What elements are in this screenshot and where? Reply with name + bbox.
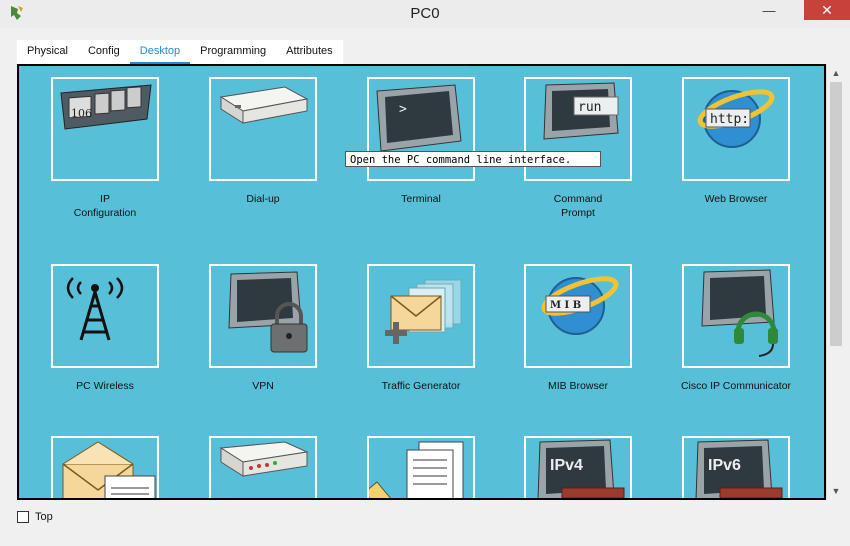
minimize-icon: — xyxy=(762,2,776,18)
footer-bar xyxy=(0,503,850,546)
text-editor-icon xyxy=(369,441,464,498)
app-label-cisco-ip-communicator: Cisco IP Communicator xyxy=(680,380,792,392)
tab-programming[interactable]: Programming xyxy=(190,40,276,62)
title-bar: PC0 — ✕ xyxy=(0,0,850,28)
traffic-generator-icon xyxy=(385,279,462,344)
app-label-terminal: Terminal xyxy=(401,193,441,205)
svg-text:106: 106 xyxy=(71,107,92,120)
top-checkbox[interactable] xyxy=(17,511,29,523)
app-tile-cisco-ip-communicator[interactable] xyxy=(682,264,790,368)
tab-desktop[interactable]: Desktop xyxy=(129,40,191,64)
close-icon: ✕ xyxy=(821,1,833,18)
firewall-ipv6-icon: IPv6 xyxy=(695,439,783,498)
app-tile-vpn[interactable] xyxy=(209,264,317,368)
top-checkbox-label: Top xyxy=(35,511,53,523)
firewall-ipv4-icon: IPv4 xyxy=(537,439,625,498)
app-tile-pppoe-dialer[interactable] xyxy=(209,436,317,498)
app-label-ip-configuration: IP Configuration xyxy=(73,193,137,219)
tab-attributes[interactable]: Attributes xyxy=(276,40,342,62)
app-label-pc-wireless: PC Wireless xyxy=(76,380,134,392)
ip-config-icon: 106 xyxy=(60,84,152,130)
close-button[interactable]: ✕ xyxy=(804,0,850,20)
tab-physical[interactable]: Physical xyxy=(17,40,78,62)
scroll-up-arrow-icon[interactable]: ▲ xyxy=(827,64,845,82)
svg-text:run: run xyxy=(578,100,601,115)
vpn-lock-icon xyxy=(228,271,308,353)
wireless-antenna-icon xyxy=(66,277,124,341)
email-icon xyxy=(62,441,156,498)
svg-text:M I B: M I B xyxy=(550,300,581,311)
tab-config[interactable]: Config xyxy=(78,40,130,62)
ip-communicator-icon xyxy=(701,269,778,357)
svg-text:>: > xyxy=(399,102,407,117)
app-tile-ip-configuration[interactable]: 106 xyxy=(51,77,159,181)
app-label-mib-browser: MIB Browser xyxy=(547,380,609,392)
app-tile-traffic-generator[interactable] xyxy=(367,264,475,368)
scroll-down-arrow-icon[interactable]: ▼ xyxy=(827,482,845,500)
svg-text:IPv4: IPv4 xyxy=(550,457,583,474)
minimize-button[interactable]: — xyxy=(746,0,792,20)
app-label-vpn: VPN xyxy=(252,380,274,392)
desktop-panel: 106 IP Configuration Dial-up > Terminal … xyxy=(17,64,826,500)
scroll-thumb[interactable] xyxy=(830,82,842,346)
app-tile-pc-wireless[interactable] xyxy=(51,264,159,368)
app-tile-firewall-ipv4[interactable]: IPv4 xyxy=(524,436,632,498)
web-browser-icon: http: xyxy=(697,89,775,148)
pppoe-dialer-icon xyxy=(219,441,309,477)
app-tile-dial-up[interactable] xyxy=(209,77,317,181)
app-label-command-prompt: Command Prompt xyxy=(553,193,603,219)
tooltip-terminal: Open the PC command line interface. xyxy=(345,151,601,167)
modem-icon xyxy=(219,86,309,124)
app-tile-email[interactable] xyxy=(51,436,159,498)
app-tile-mib-browser[interactable]: M I B xyxy=(524,264,632,368)
app-tile-firewall-ipv6[interactable]: IPv6 xyxy=(682,436,790,498)
svg-text:IPv6: IPv6 xyxy=(708,457,741,474)
app-label-traffic-generator: Traffic Generator xyxy=(381,380,461,392)
mib-browser-icon: M I B xyxy=(541,276,619,335)
app-tile-text-editor[interactable] xyxy=(367,436,475,498)
app-label-dial-up: Dial-up xyxy=(246,193,280,205)
app-label-web-browser: Web Browser xyxy=(704,193,768,205)
window-title: PC0 xyxy=(410,5,440,22)
vertical-scrollbar[interactable]: ▲ ▼ xyxy=(826,64,845,500)
svg-text:http:: http: xyxy=(710,112,749,127)
app-tile-web-browser[interactable]: http: xyxy=(682,77,790,181)
tab-bar: Physical Config Desktop Programming Attr… xyxy=(17,40,343,64)
